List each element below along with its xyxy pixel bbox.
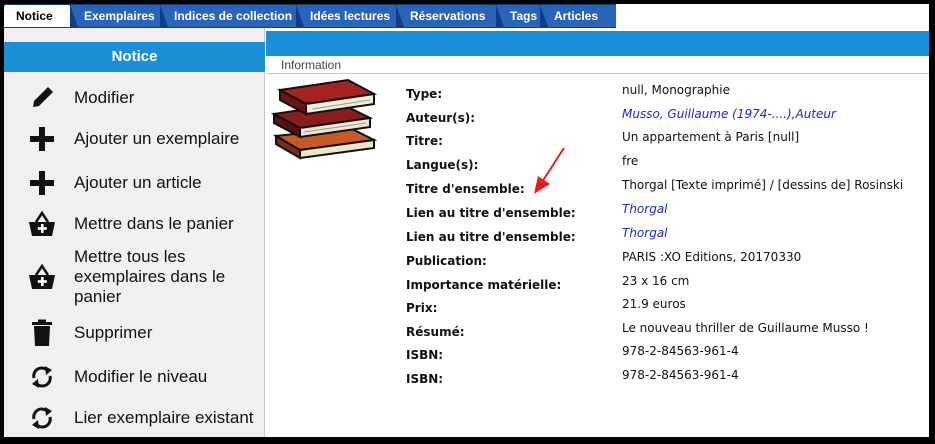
plus-icon (26, 124, 58, 154)
field-label-publication: Publication: (406, 254, 487, 268)
refresh-icon (26, 362, 58, 392)
field-value-titre: Un appartement à Paris [null] (622, 130, 800, 144)
tab-reservations[interactable]: Réservations (396, 5, 496, 27)
field-value-langues: fre (622, 154, 639, 168)
trash-icon (26, 318, 58, 348)
field-label-resume: Résumé: (406, 325, 465, 339)
tab-tags[interactable]: Tags (496, 5, 540, 27)
sidebar-item-label: Mettre tous les exemplaires dans le pani… (74, 247, 226, 306)
sidebar-item-mettre-tous-panier[interactable]: Mettre tous les exemplaires dans le pani… (26, 246, 262, 308)
field-value-publication: PARIS :XO Editions, 20170330 (622, 250, 802, 264)
plus-icon (26, 168, 58, 198)
annotation-arrow-icon (530, 146, 570, 198)
main-panel: Information Type: null, Monographie Aute… (266, 28, 929, 437)
tab-idees-lectures[interactable]: Idées lectures (296, 5, 396, 27)
app-window: Notice Exemplaires Indices de collection… (4, 4, 929, 437)
field-label-titre-ensemble: Titre d'ensemble: (406, 182, 525, 196)
field-label-type: Type: (406, 87, 443, 101)
sidebar-item-supprimer[interactable]: Supprimer (26, 318, 262, 348)
field-label-auteurs: Auteur(s): (406, 111, 476, 125)
field-label-langues: Langue(s): (406, 158, 479, 172)
field-label-isbn: ISBN: (406, 348, 444, 362)
sidebar-item-label: Ajouter un exemplaire (74, 129, 240, 148)
field-value-lien-titre-ensemble-link[interactable]: Thorgal (622, 202, 668, 216)
field-value-lien-titre-ensemble-link[interactable]: Thorgal (622, 226, 668, 240)
sidebar-item-lier-exemplaire[interactable]: Lier exemplaire existant (26, 403, 262, 433)
sidebar-item-label: Ajouter un article (74, 173, 202, 192)
sidebar-item-ajouter-exemplaire[interactable]: Ajouter un exemplaire (26, 124, 262, 154)
sidebar-item-label: Lier exemplaire existant (74, 408, 254, 427)
basket-add-icon (26, 209, 58, 239)
books-icon (270, 76, 382, 166)
field-value-prix: 21.9 euros (622, 297, 686, 311)
basket-add-icon (26, 262, 58, 292)
field-label-titre: Titre: (406, 134, 443, 148)
section-header: Information (266, 56, 929, 74)
refresh-icon (26, 403, 58, 433)
sidebar-item-modifier[interactable]: Modifier (26, 83, 262, 113)
sidebar-item-mettre-panier[interactable]: Mettre dans le panier (26, 209, 262, 239)
field-value-isbn: 978-2-84563-961-4 (622, 344, 739, 358)
field-label-lien-titre-ensemble: Lien au titre d'ensemble: (406, 230, 576, 244)
sidebar-item-label: Mettre dans le panier (74, 214, 234, 233)
field-label-lien-titre-ensemble: Lien au titre d'ensemble: (406, 206, 576, 220)
sidebar-item-ajouter-article[interactable]: Ajouter un article (26, 168, 262, 198)
sidebar-item-label: Modifier (74, 88, 135, 107)
tab-articles[interactable]: Articles (540, 5, 616, 27)
sidebar-item-modifier-niveau[interactable]: Modifier le niveau (26, 362, 262, 392)
tab-indices-de-collection[interactable]: Indices de collection (160, 5, 296, 27)
tab-exemplaires[interactable]: Exemplaires (70, 5, 160, 27)
field-value-importance-materielle: 23 x 16 cm (622, 274, 690, 288)
sidebar-item-label: Supprimer (74, 323, 153, 342)
field-value-auteurs-link[interactable]: Musso, Guillaume (1974-....),Auteur (622, 107, 836, 121)
field-label-prix: Prix: (406, 301, 438, 315)
field-value-isbn: 978-2-84563-961-4 (622, 368, 739, 382)
main-header-bar (266, 31, 929, 56)
tab-notice[interactable]: Notice (4, 5, 70, 27)
sidebar: Notice Modifier Ajouter un exemplaire Aj… (4, 28, 265, 437)
field-label-importance-materielle: Importance matérielle: (406, 278, 562, 292)
field-value-type: null, Monographie (622, 83, 730, 97)
field-label-isbn: ISBN: (406, 372, 444, 386)
pencil-icon (26, 83, 58, 113)
field-value-resume: Le nouveau thriller de Guillaume Musso ! (622, 321, 869, 335)
sidebar-title: Notice (4, 42, 265, 72)
field-value-titre-ensemble: Thorgal [Texte imprimé] / [dessins de] R… (622, 178, 904, 192)
tab-bar: Notice Exemplaires Indices de collection… (4, 4, 929, 28)
sidebar-item-label: Modifier le niveau (74, 367, 208, 386)
